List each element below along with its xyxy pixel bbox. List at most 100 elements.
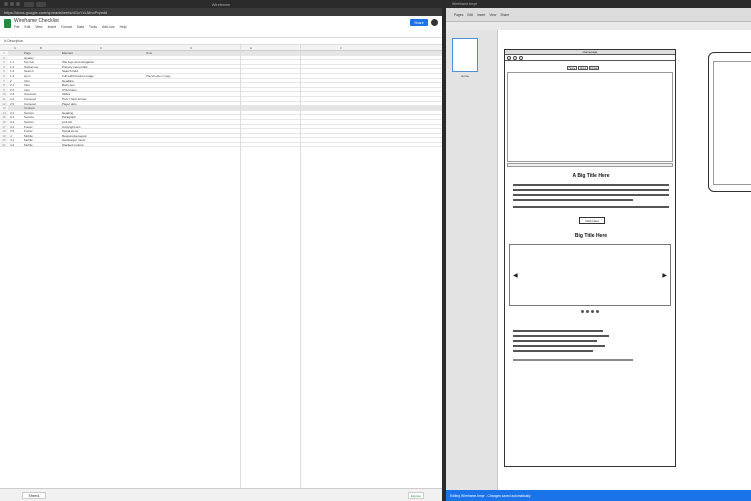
cell-grid[interactable]: A B C D E F 1 Page Element Note 2 Header 3 1.1 T…	[0, 45, 442, 488]
menu-file[interactable]: File	[14, 25, 19, 29]
text-line	[513, 189, 669, 191]
row-number[interactable]: 4	[0, 64, 8, 69]
menu-help[interactable]: Help	[120, 25, 127, 29]
toolbar-view[interactable]: View	[489, 13, 496, 17]
share-button[interactable]: Share	[410, 19, 428, 26]
col-header-f[interactable]: F	[340, 46, 342, 50]
col-header-d[interactable]: D	[190, 46, 192, 50]
cell-element[interactable]: Stacked content	[62, 143, 144, 147]
close-dot[interactable]	[4, 2, 8, 6]
menu-addons[interactable]: Add-ons	[102, 25, 115, 29]
menu-data[interactable]: Data	[77, 25, 84, 29]
text-line	[513, 359, 633, 361]
column-divider	[240, 45, 241, 488]
mobile-screen	[713, 61, 751, 185]
table-row[interactable]: 21 4.2 Mobile Stacked content	[0, 142, 442, 148]
text-line	[513, 335, 609, 337]
col-header-a[interactable]: A	[14, 46, 16, 50]
row-number[interactable]: 17	[0, 124, 8, 129]
row-number[interactable]: 3	[0, 60, 8, 64]
menu-format[interactable]: Format	[61, 25, 72, 29]
forward-button[interactable]	[36, 1, 46, 7]
row-number[interactable]: 11	[0, 96, 8, 101]
nav-contact[interactable]: Contact	[589, 66, 599, 70]
status-bar: Editing Wireframe.bmpr - Changes saved a…	[446, 490, 751, 501]
col-header-c[interactable]: C	[100, 46, 102, 50]
zoom-dot[interactable]	[16, 2, 20, 6]
pager-dot[interactable]	[581, 310, 584, 313]
sheet-header: Wireframe Checklist File Edit View Inser…	[0, 16, 442, 38]
row-number[interactable]: 6	[0, 73, 8, 78]
text-line	[513, 330, 603, 332]
window-title: Wireframe	[211, 1, 231, 7]
row-number[interactable]: 8	[0, 83, 8, 87]
chevron-right-icon[interactable]: ▶	[662, 272, 667, 279]
text-line	[513, 184, 669, 186]
sheet-tab[interactable]: Sheet1	[22, 492, 46, 499]
cta-button[interactable]: Click Here	[579, 217, 605, 224]
hero-image-placeholder[interactable]	[507, 72, 673, 162]
browser-mockup[interactable]: Homepage Home About Contact A Big Title …	[504, 49, 676, 467]
toolbar-edit[interactable]: Edit	[467, 13, 473, 17]
row-number[interactable]: 12	[0, 101, 8, 106]
row-number[interactable]: 16	[0, 119, 8, 124]
column-divider	[300, 45, 301, 488]
page-thumbnail[interactable]	[452, 38, 478, 72]
row-number[interactable]: 1	[0, 51, 8, 55]
cell-id[interactable]: 4.2	[10, 143, 22, 147]
text-line	[513, 206, 669, 208]
editor-titlebar: Wireframe.bmpr	[446, 0, 751, 8]
pager-dot[interactable]	[591, 310, 594, 313]
window-titlebar: Wireframe	[0, 0, 442, 8]
wireframe-canvas[interactable]: Homepage Home About Contact A Big Title …	[498, 30, 751, 490]
row-number[interactable]: 20	[0, 138, 8, 142]
horizontal-scrollbar[interactable]	[507, 163, 673, 167]
back-button[interactable]	[24, 1, 34, 7]
chevron-left-icon[interactable]: ◀	[513, 272, 518, 279]
sheet-title[interactable]: Wireframe Checklist	[14, 18, 59, 24]
row-number[interactable]: 15	[0, 115, 8, 119]
menu-tools[interactable]: Tools	[89, 25, 97, 29]
nav-about[interactable]: About	[578, 66, 588, 70]
row-number[interactable]: 14	[0, 110, 8, 115]
nav-home[interactable]: Home	[567, 66, 577, 70]
menu-edit[interactable]: Edit	[24, 25, 30, 29]
menu-insert[interactable]: Insert	[48, 25, 56, 29]
editor-title: Wireframe.bmpr	[452, 2, 478, 6]
explore-button[interactable]: Explore	[408, 492, 424, 499]
pager-dots	[581, 310, 599, 313]
heading-primary: A Big Title Here	[572, 173, 610, 179]
page-label: Home	[460, 74, 469, 78]
col-header-e[interactable]: E	[250, 46, 252, 50]
row-number[interactable]: 9	[0, 87, 8, 92]
menu-view[interactable]: View	[35, 25, 42, 29]
row-number[interactable]: 21	[0, 142, 8, 147]
cell-page[interactable]: Mobile	[24, 143, 60, 147]
row-number[interactable]: 19	[0, 133, 8, 138]
carousel[interactable]: ◀ ▶	[509, 244, 671, 306]
row-container: 1 Page Element Note 2 Header 3 1.1 Top bar Site l…	[0, 51, 442, 148]
mobile-mockup[interactable]	[708, 52, 751, 192]
row-number[interactable]: 18	[0, 129, 8, 133]
col-header-b[interactable]: B	[40, 46, 42, 50]
avatar[interactable]	[431, 19, 438, 26]
toolbar-insert[interactable]: Insert	[477, 13, 485, 17]
formula-bar[interactable]: fx Description	[0, 38, 442, 45]
minimize-dot[interactable]	[10, 2, 14, 6]
address-bar[interactable]: https://docs.google.com/spreadsheets/d/1…	[0, 8, 442, 16]
toolbar-pages[interactable]: Pages	[454, 13, 463, 17]
toolbar-share[interactable]: Share	[500, 13, 509, 17]
row-number[interactable]: 7	[0, 78, 8, 83]
row-number[interactable]: 2	[0, 55, 8, 60]
row-number[interactable]: 10	[0, 92, 8, 96]
nav-forward-icon	[513, 55, 517, 60]
editor-toolbar: Pages Edit Insert View Share	[446, 8, 751, 22]
heading-secondary: Big Title Here	[574, 233, 608, 239]
text-line	[513, 340, 597, 342]
sheets-logo-icon[interactable]	[4, 19, 11, 28]
row-number[interactable]: 5	[0, 69, 8, 73]
pager-dot[interactable]	[586, 310, 589, 313]
pager-dot[interactable]	[596, 310, 599, 313]
sheet-tab-bar: Sheet1 Explore	[0, 488, 442, 501]
row-number[interactable]: 13	[0, 106, 8, 110]
